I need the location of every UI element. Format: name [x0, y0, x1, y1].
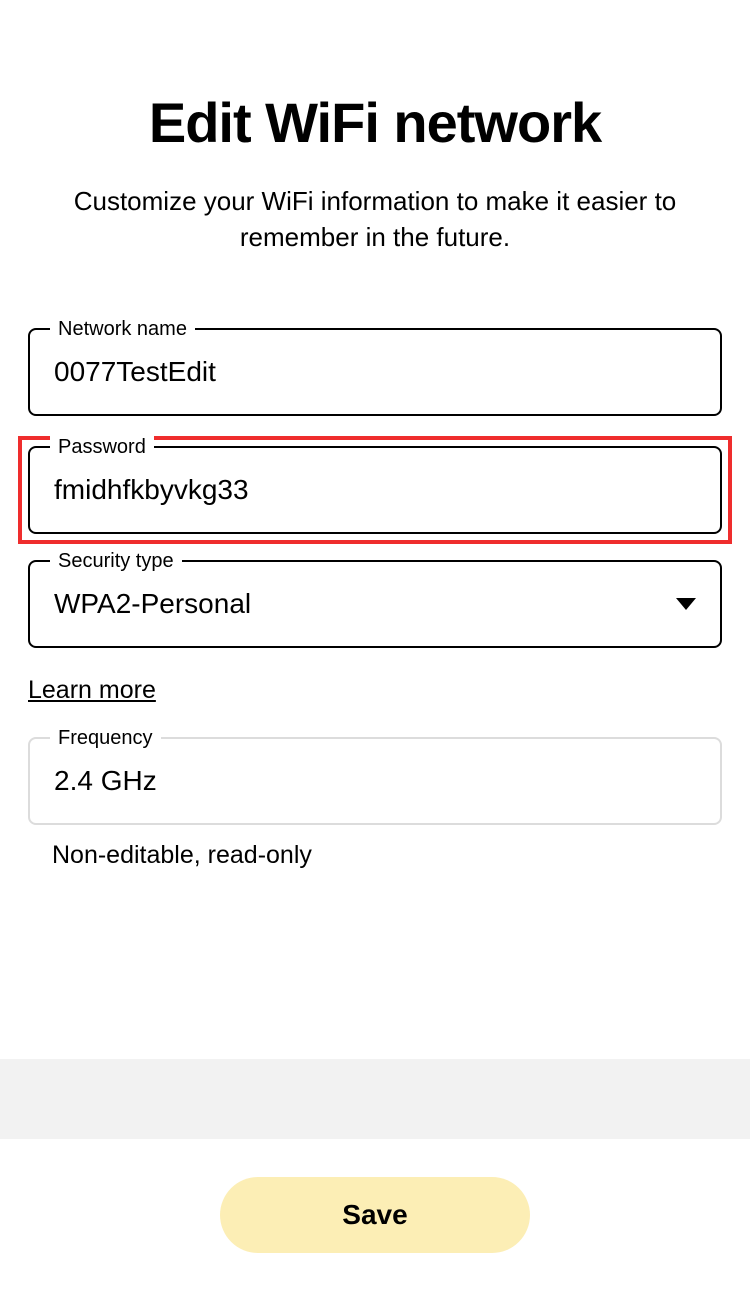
chevron-down-icon	[676, 598, 696, 610]
network-name-field[interactable]: Network name	[28, 328, 722, 416]
password-input[interactable]	[54, 474, 696, 506]
save-button[interactable]: Save	[220, 1177, 530, 1253]
page-subtitle: Customize your WiFi information to make …	[28, 183, 722, 256]
frequency-helper: Non-editable, read-only	[28, 841, 722, 870]
password-field[interactable]: Password	[28, 446, 722, 534]
learn-more-link[interactable]: Learn more	[28, 676, 156, 705]
frequency-field-wrap: Frequency 2.4 GHz Non-editable, read-onl…	[28, 737, 722, 870]
password-label: Password	[50, 436, 154, 459]
security-type-value: WPA2-Personal	[54, 588, 676, 620]
network-name-input[interactable]	[54, 356, 696, 388]
frequency-label: Frequency	[50, 727, 161, 750]
frequency-value: 2.4 GHz	[54, 765, 696, 797]
security-type-label: Security type	[50, 550, 182, 573]
section-divider	[0, 1059, 750, 1139]
network-name-field-wrap: Network name	[28, 328, 722, 416]
wifi-form: Network name Password Security type WPA2…	[28, 328, 722, 870]
security-type-field-wrap: Security type WPA2-Personal	[28, 560, 722, 648]
page-title: Edit WiFi network	[28, 90, 722, 155]
network-name-label: Network name	[50, 318, 195, 341]
password-field-highlight: Password	[18, 436, 732, 544]
frequency-field: Frequency 2.4 GHz	[28, 737, 722, 825]
security-type-field[interactable]: Security type WPA2-Personal	[28, 560, 722, 648]
